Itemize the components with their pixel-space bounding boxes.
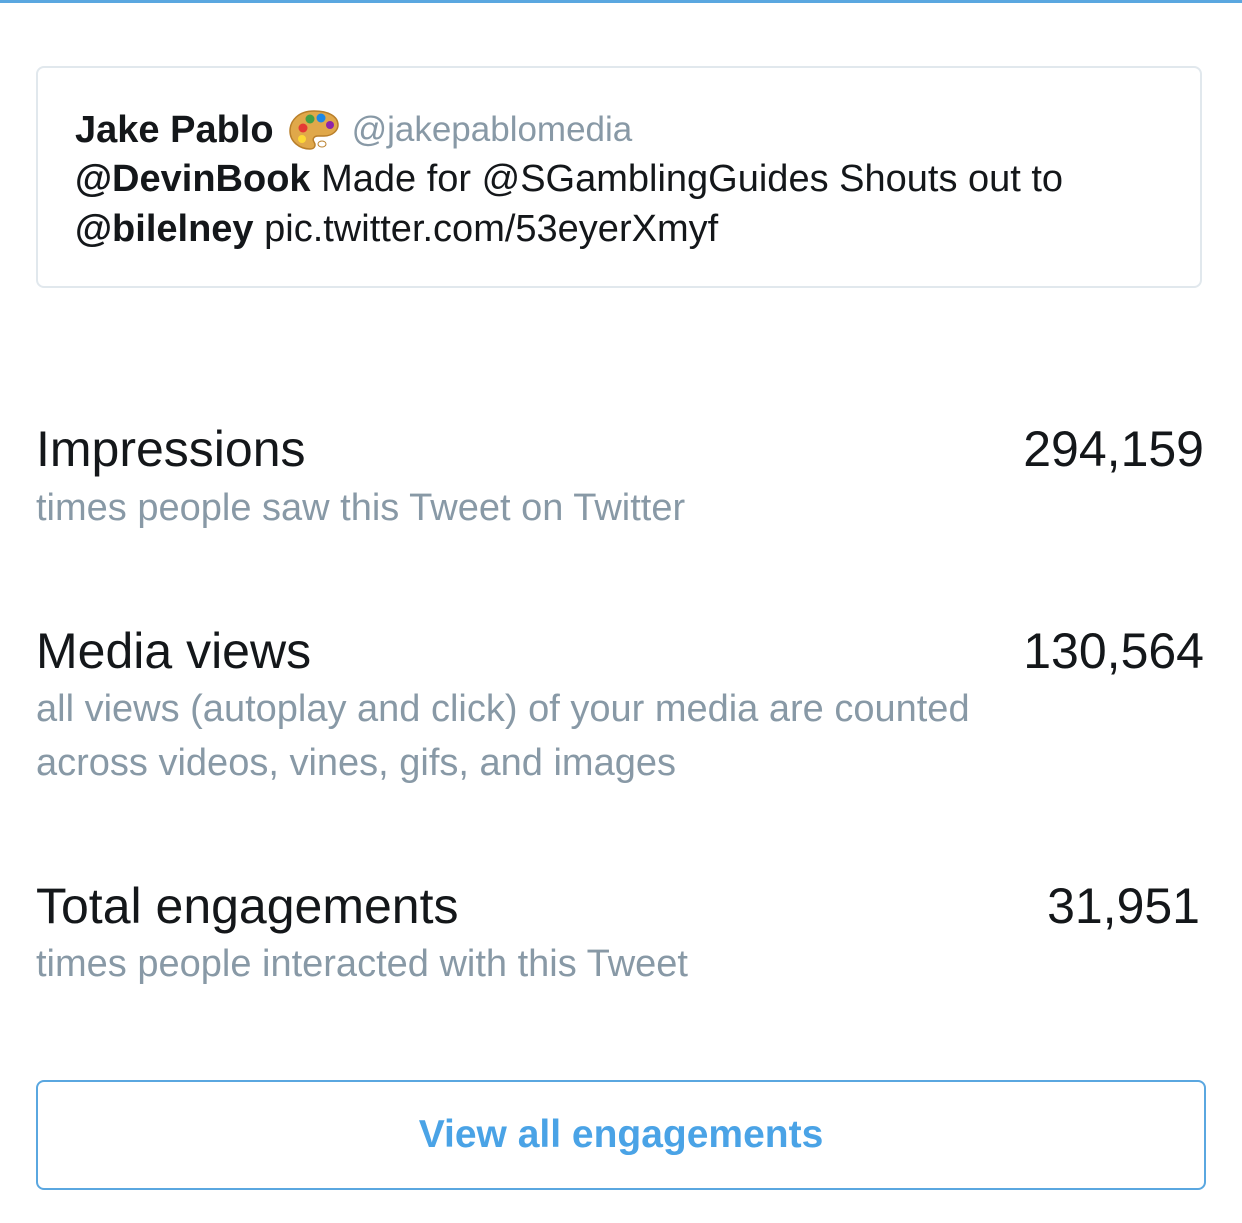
total-engagements-title: Total engagements — [36, 878, 459, 934]
media-views-description-line-2: across videos, vines, gifs, and images — [36, 742, 676, 784]
media-views-value: 130,564 — [1023, 623, 1204, 679]
impressions-description: times people saw this Tweet on Twitter — [36, 487, 686, 529]
tweet-text-segment-2[interactable]: pic.twitter.com/53eyerXmyf — [254, 208, 718, 250]
tweet-author-row: Jake Pablo @jakepablomedia — [75, 108, 632, 152]
media-views-description-line-1: all views (autoplay and click) of your m… — [36, 688, 970, 730]
top-divider — [0, 0, 1242, 3]
total-engagements-value: 31,951 — [1047, 878, 1200, 934]
impressions-value: 294,159 — [1023, 421, 1204, 477]
tweet-text-line-1: @DevinBook Made for @SGamblingGuides Sho… — [75, 158, 1063, 201]
total-engagements-description: times people interacted with this Tweet — [36, 943, 688, 985]
tweet-text-line-2: @bilelney pic.twitter.com/53eyerXmyf — [75, 208, 718, 251]
mention-bilelney[interactable]: @bilelney — [75, 208, 254, 250]
quoted-tweet-card[interactable]: Jake Pablo @jakepablomedia @DevinBook Ma… — [36, 66, 1202, 288]
view-all-engagements-button[interactable]: View all engagements — [36, 1080, 1206, 1190]
artist-palette-icon — [288, 108, 340, 152]
author-name[interactable]: Jake Pablo — [75, 109, 274, 152]
impressions-title: Impressions — [36, 421, 306, 477]
mention-devinbook[interactable]: @DevinBook — [75, 158, 311, 200]
author-handle[interactable]: @jakepablomedia — [352, 110, 633, 150]
media-views-title: Media views — [36, 623, 312, 679]
tweet-text-segment-1: Made for @SGamblingGuides Shouts out to — [310, 158, 1064, 200]
